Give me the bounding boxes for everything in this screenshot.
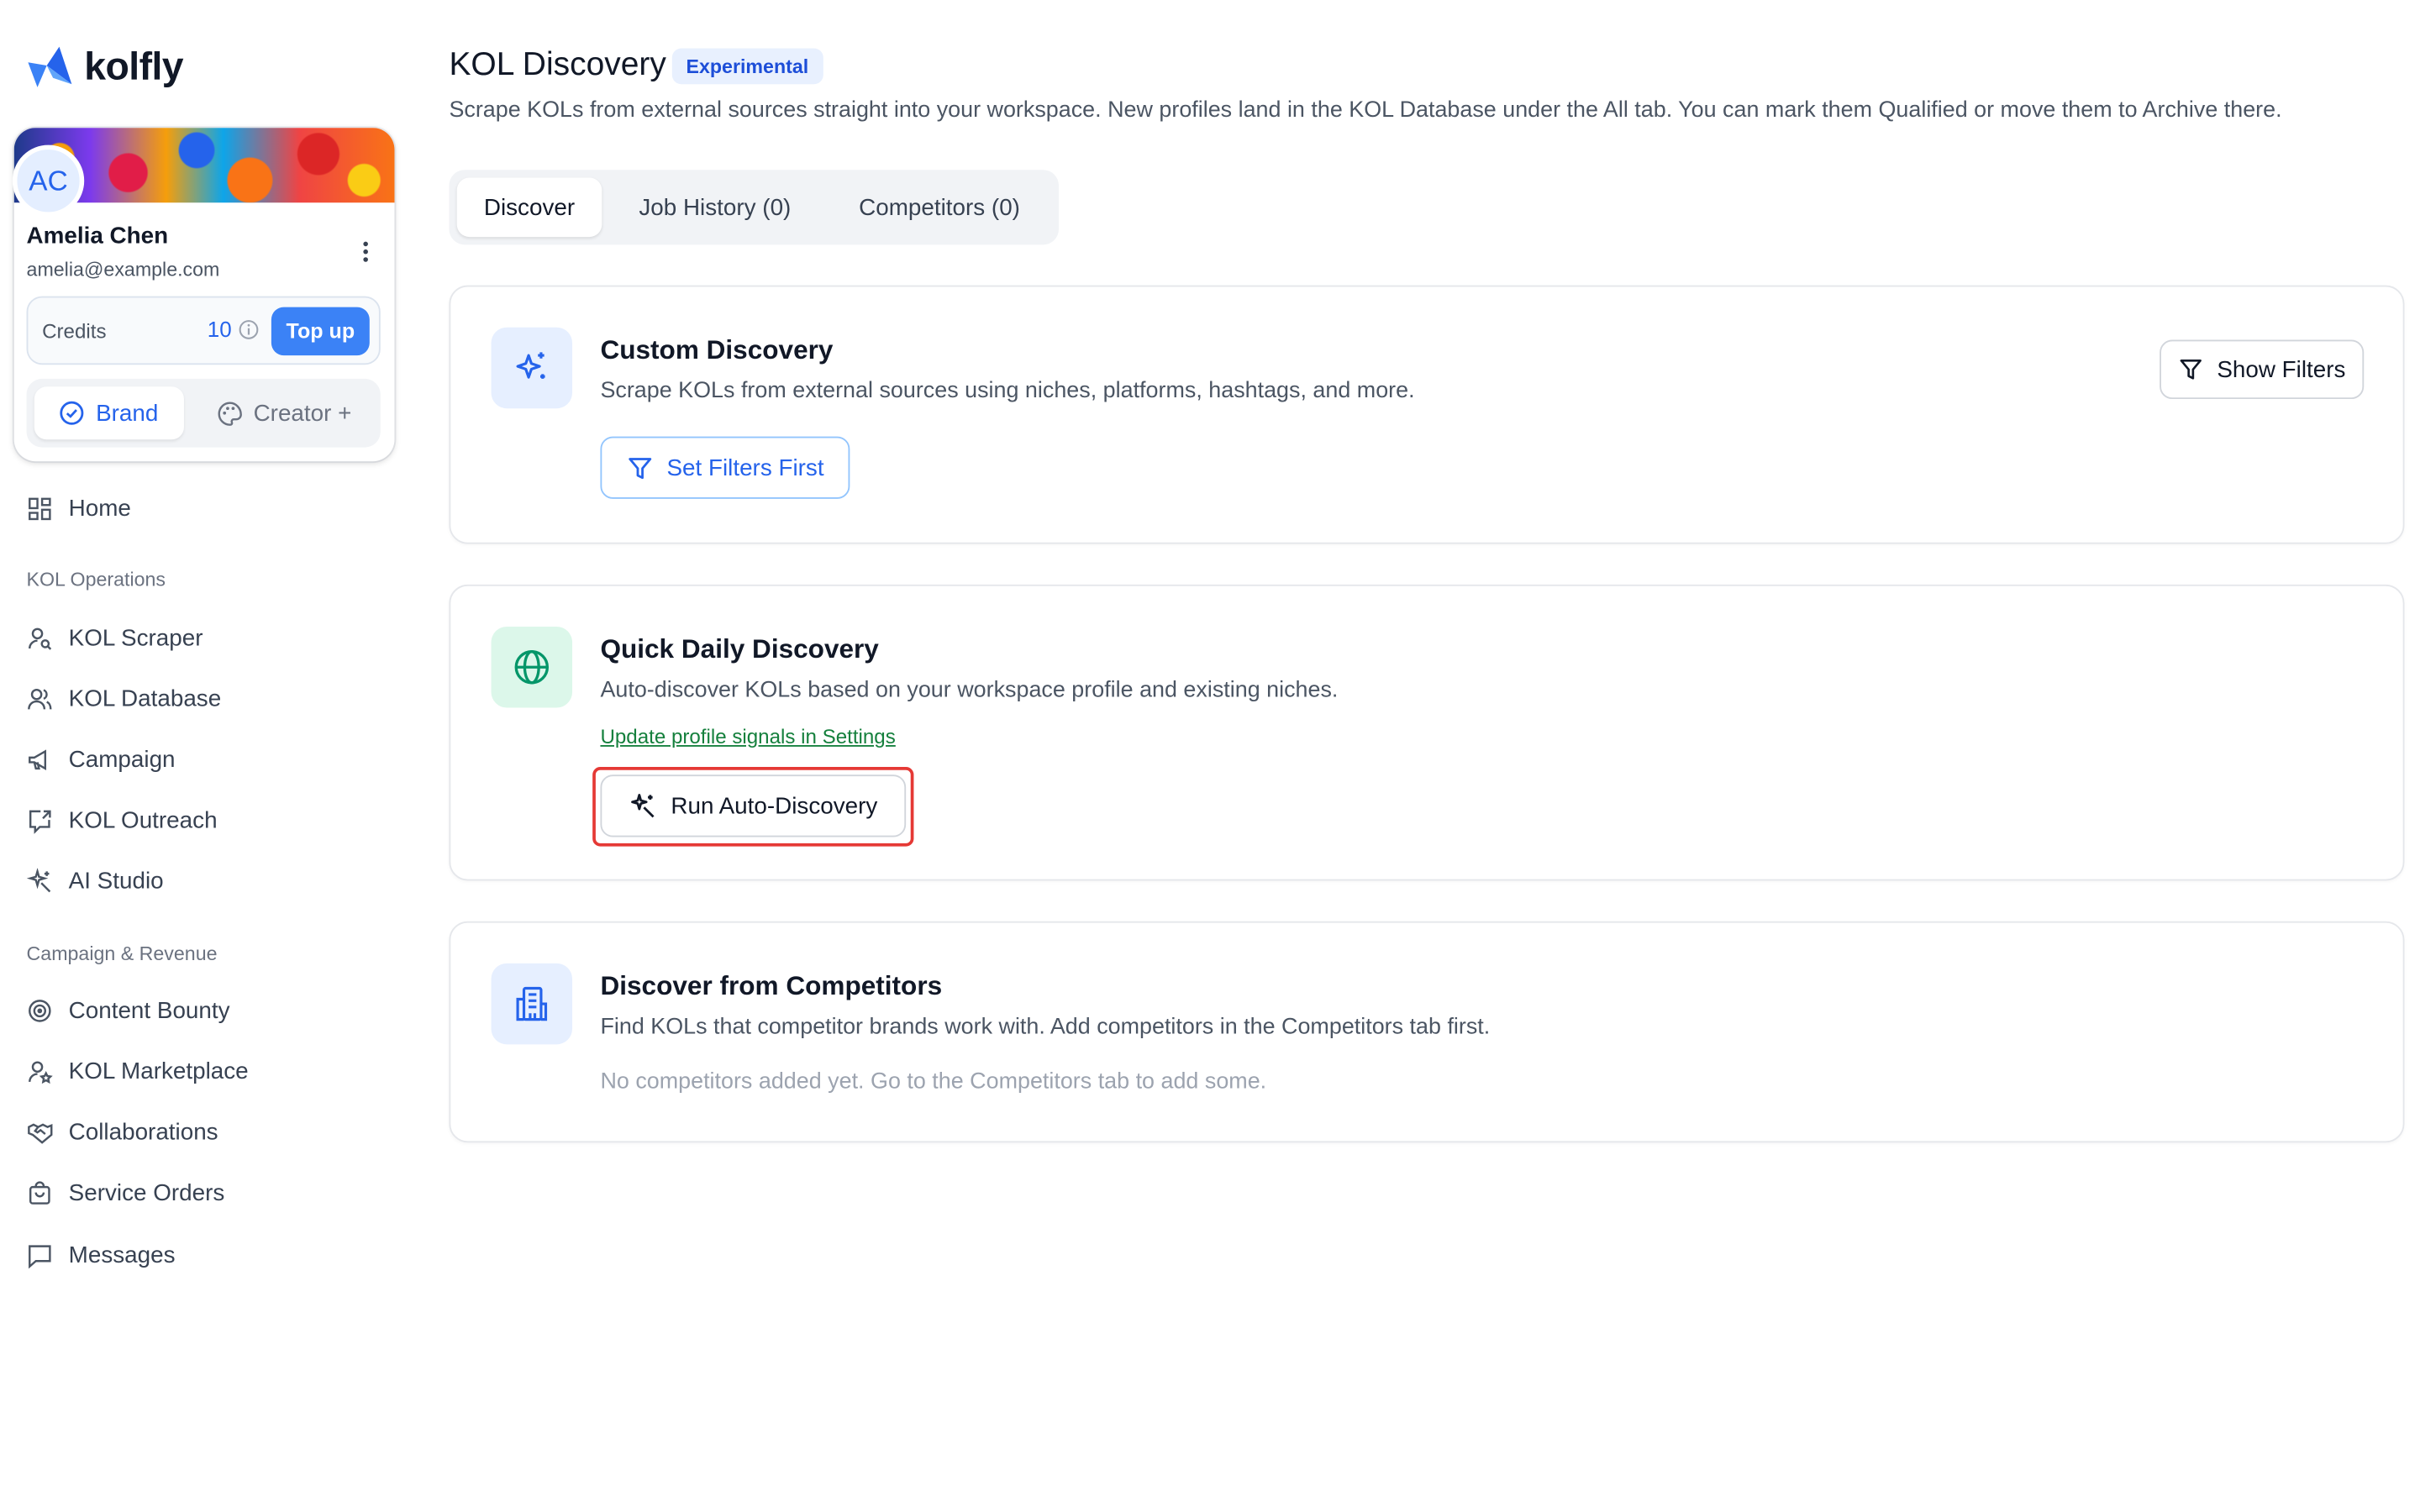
sidebar-label: Service Orders (68, 1179, 225, 1206)
sidebar-item-ai-studio[interactable]: AI Studio (26, 862, 164, 900)
section-kol-operations: KOL Operations (26, 569, 166, 591)
filter-icon (628, 457, 651, 479)
custom-discovery-title: Custom Discovery (600, 334, 834, 365)
sidebar-label: Messages (68, 1242, 176, 1268)
credits-value: 10 (207, 316, 232, 342)
sidebar-label: Collaborations (68, 1118, 218, 1146)
logo[interactable]: kolfly (25, 44, 184, 91)
sidebar-label: AI Studio (68, 867, 164, 895)
chat-bubble-icon (29, 1244, 51, 1268)
sidebar-item-home[interactable]: Home (27, 490, 131, 528)
set-filters-button[interactable]: Set Filters First (600, 436, 850, 499)
credits-box: Credits 10 Top up (26, 296, 381, 365)
section-campaign-revenue: Campaign & Revenue (26, 942, 218, 965)
user-name: Amelia Chen (26, 223, 169, 249)
kolfly-logo-icon (28, 46, 72, 87)
app-root: kolfly AC Amelia Chen amelia@example.com… (0, 0, 2420, 1512)
quick-discovery-desc: Auto-discover KOLs based on your workspa… (600, 678, 1339, 703)
tab-discover[interactable]: Discover (456, 177, 602, 238)
quick-discovery-title: Quick Daily Discovery (600, 634, 879, 664)
sidebar-label: KOL Scraper (68, 624, 203, 651)
sidebar-item-kol-database[interactable]: KOL Database (27, 680, 222, 717)
tab-bar: Discover Job History (0) Competitors (0) (449, 170, 1060, 245)
page-description: Scrape KOLs from external sources straig… (449, 97, 2282, 123)
competitors-title: Discover from Competitors (600, 971, 943, 1001)
experimental-badge: Experimental (671, 48, 823, 85)
building-icon (516, 986, 548, 1021)
sidebar: kolfly AC Amelia Chen amelia@example.com… (0, 0, 408, 1512)
custom-discovery-card: Custom Discovery Scrape KOLs from extern… (449, 285, 2405, 544)
more-options-icon[interactable] (352, 237, 377, 265)
sidebar-label: KOL Database (68, 685, 222, 712)
tab-competitors[interactable]: Competitors (0) (828, 178, 1050, 238)
sidebar-label: Campaign (68, 745, 176, 773)
credits-label: Credits (42, 319, 107, 344)
top-up-button[interactable]: Top up (271, 307, 370, 356)
sidebar-item-service-orders[interactable]: Service Orders (27, 1173, 225, 1211)
mode-creator-label: Creator + (253, 399, 352, 427)
sidebar-item-messages[interactable]: Messages (27, 1236, 176, 1274)
user-email: amelia@example.com (26, 259, 220, 281)
custom-discovery-desc: Scrape KOLs from external sources using … (600, 378, 1415, 404)
check-circle-icon (60, 401, 85, 425)
no-competitors-note: No competitors added yet. Go to the Comp… (600, 1069, 1267, 1095)
tab-job-history[interactable]: Job History (0) (611, 178, 818, 238)
sidebar-item-kol-scraper[interactable]: KOL Scraper (27, 619, 203, 657)
info-icon[interactable] (239, 319, 259, 339)
sparkles-wand-icon (26, 867, 51, 892)
mode-brand-button[interactable]: Brand (34, 386, 184, 440)
user-search-icon (29, 627, 52, 649)
megaphone-icon (29, 748, 47, 770)
show-filters-button[interactable]: Show Filters (2160, 339, 2365, 400)
sidebar-label: Content Bounty (68, 996, 230, 1024)
highlight-box (592, 767, 914, 847)
user-star-icon (29, 1060, 53, 1084)
users-icon (28, 688, 52, 709)
palette-icon (217, 401, 242, 425)
quick-discovery-icon-box (491, 626, 573, 708)
target-icon (29, 999, 51, 1021)
sidebar-item-campaign[interactable]: Campaign (27, 740, 176, 778)
show-filters-label: Show Filters (2217, 356, 2346, 383)
competitors-icon-box (491, 963, 573, 1045)
page-title: KOL Discovery (449, 46, 666, 83)
sidebar-label: KOL Outreach (68, 806, 218, 833)
sidebar-item-content-bounty[interactable]: Content Bounty (27, 991, 230, 1029)
sidebar-item-kol-outreach[interactable]: KOL Outreach (27, 801, 218, 839)
shopping-bag-icon (29, 1180, 50, 1204)
mode-creator-button[interactable]: Creator + (195, 386, 373, 439)
update-profile-signals-link[interactable]: Update profile signals in Settings (600, 725, 895, 748)
logo-text: kolfly (84, 44, 184, 88)
sidebar-item-collaborations[interactable]: Collaborations (27, 1113, 218, 1151)
globe-icon (514, 650, 550, 685)
message-arrow-icon (29, 809, 51, 833)
handshake-icon (28, 1122, 53, 1143)
custom-discovery-icon-box (491, 327, 573, 409)
set-filters-label: Set Filters First (666, 454, 824, 481)
sidebar-label: Home (68, 495, 131, 522)
sidebar-label: KOL Marketplace (68, 1058, 249, 1084)
filter-icon (2180, 360, 2202, 380)
avatar[interactable]: AC (12, 144, 85, 217)
competitors-discovery-card: Discover from Competitors Find KOLs that… (449, 921, 2405, 1143)
competitors-desc: Find KOLs that competitor brands work wi… (600, 1015, 1491, 1040)
mode-switcher: Brand Creator + (26, 378, 381, 448)
mode-brand-label: Brand (96, 399, 159, 427)
sparkles-icon (516, 352, 545, 379)
grid-icon (29, 496, 51, 520)
sidebar-item-kol-marketplace[interactable]: KOL Marketplace (27, 1053, 249, 1090)
